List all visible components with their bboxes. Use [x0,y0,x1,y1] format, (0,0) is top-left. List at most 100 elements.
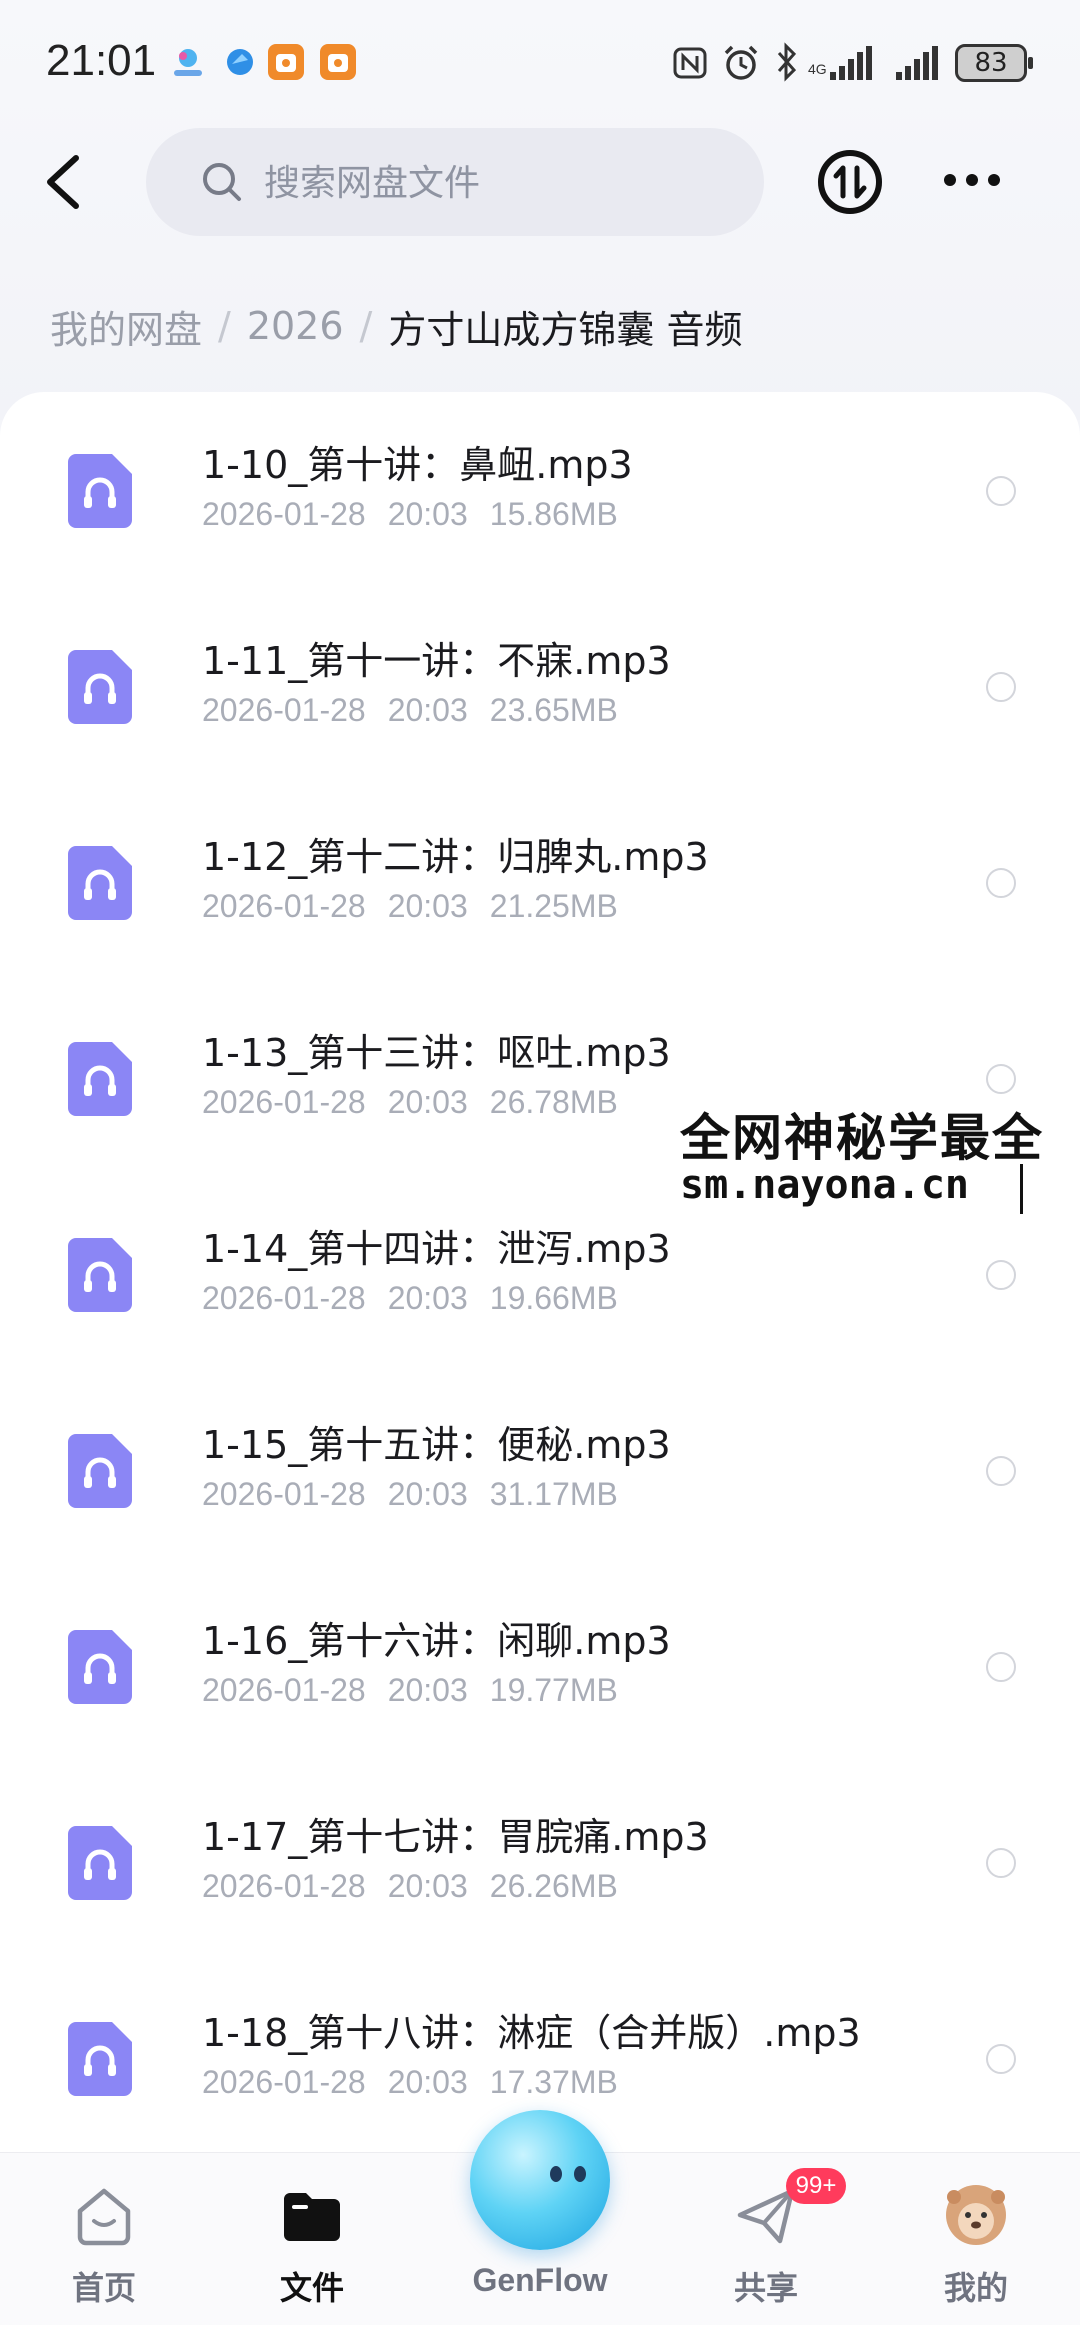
nav-files-label: 文件 [279,2269,344,2307]
file-size: 26.78MB [489,1084,618,1120]
text-cursor [1020,1164,1023,1214]
file-time: 20:03 [387,1084,468,1120]
select-checkbox[interactable] [986,1260,1016,1290]
orb-eye-left [550,2166,562,2182]
audio-file-icon [68,454,132,528]
signal-icon-2 [894,44,942,86]
file-time: 20:03 [387,496,468,532]
file-list: 1-10_第十讲：鼻衄.mp3 2026-01-28 20:03 15.86MB 1… [0,392,1080,2152]
genflow-app-icon [170,44,206,80]
nav-files[interactable]: 文件 [222,2153,402,2325]
file-size: 19.77MB [489,1672,618,1708]
file-time: 20:03 [387,1868,468,1904]
nfc-icon [672,46,708,84]
file-date: 2026-01-28 [202,1672,366,1708]
audio-file-icon [68,1042,132,1116]
file-date: 2026-01-28 [202,692,366,728]
file-date: 2026-01-28 [202,1476,366,1512]
select-checkbox[interactable] [986,1652,1016,1682]
file-meta: 2026-01-28 20:03 15.86MB [202,496,618,533]
nav-me[interactable]: 我的 [886,2153,1066,2325]
watermark-url: sm.nayona.cn [680,1162,969,1208]
file-size: 17.37MB [489,2064,618,2100]
file-row[interactable]: 1-15_第十五讲：便秘.mp3 2026-01-28 20:03 31.17MB [0,1372,1080,1568]
select-checkbox[interactable] [986,1064,1016,1094]
browser-app-icon [222,44,258,80]
back-button[interactable] [36,150,96,214]
file-time: 20:03 [387,2064,468,2100]
search-input[interactable] [262,150,726,216]
file-name: 1-18_第十八讲：淋症（合并版）.mp3 [202,2011,861,2055]
transfer-button[interactable] [816,148,884,216]
file-size: 26.26MB [489,1868,618,1904]
file-time: 20:03 [387,1280,468,1316]
select-checkbox[interactable] [986,672,1016,702]
file-meta: 2026-01-28 20:03 26.78MB [202,1084,618,1121]
breadcrumb-separator: / [359,304,373,348]
file-time: 20:03 [387,1476,468,1512]
file-time: 20:03 [387,1672,468,1708]
alarm-icon [722,44,760,86]
nav-home[interactable]: 首页 [14,2153,194,2325]
file-meta: 2026-01-28 20:03 19.66MB [202,1280,618,1317]
breadcrumb-folder[interactable]: 2026 [247,304,344,348]
transfer-icon [818,150,882,214]
file-time: 20:03 [387,888,468,924]
file-date: 2026-01-28 [202,496,366,532]
audio-file-icon [68,1238,132,1312]
nav-share-label: 共享 [733,2269,798,2307]
genflow-button[interactable] [470,2110,610,2250]
file-name: 1-17_第十七讲：胃脘痛.mp3 [202,1815,709,1859]
file-name: 1-13_第十三讲：呕吐.mp3 [202,1031,671,1075]
file-row[interactable]: 1-11_第十一讲：不寐.mp3 2026-01-28 20:03 23.65MB [0,588,1080,784]
file-date: 2026-01-28 [202,2064,366,2100]
file-meta: 2026-01-28 20:03 31.17MB [202,1476,618,1513]
file-time: 20:03 [387,692,468,728]
search-icon [203,163,241,201]
file-row[interactable]: 1-17_第十七讲：胃脘痛.mp3 2026-01-28 20:03 26.26MB [0,1764,1080,1960]
breadcrumb: 我的网盘 / 2026 / 方寸山成方锦囊 音频 [50,298,742,354]
file-row[interactable]: 1-16_第十六讲：闲聊.mp3 2026-01-28 20:03 19.77MB [0,1568,1080,1764]
select-checkbox[interactable] [986,868,1016,898]
nav-genflow-label[interactable]: GenFlow [440,2262,640,2299]
file-meta: 2026-01-28 20:03 17.37MB [202,2064,618,2101]
more-dots-icon [944,174,1000,186]
file-name: 1-15_第十五讲：便秘.mp3 [202,1423,671,1467]
file-meta: 2026-01-28 20:03 19.77MB [202,1672,618,1709]
file-meta: 2026-01-28 20:03 21.25MB [202,888,618,925]
file-meta: 2026-01-28 20:03 26.26MB [202,1868,618,1905]
breadcrumb-current: 方寸山成方锦囊 音频 [388,307,743,352]
more-options-button[interactable] [940,160,1004,200]
shopping-app-icon [268,44,304,80]
nav-home-label: 首页 [71,2269,136,2307]
file-size: 23.65MB [489,692,618,728]
breadcrumb-root[interactable]: 我的网盘 [50,299,202,354]
audio-file-icon [68,2022,132,2096]
file-size: 21.25MB [489,888,618,924]
select-checkbox[interactable] [986,476,1016,506]
file-date: 2026-01-28 [202,888,366,924]
folder-icon [284,2193,340,2241]
file-name: 1-14_第十四讲：泄泻.mp3 [202,1227,671,1271]
file-meta: 2026-01-28 20:03 23.65MB [202,692,618,729]
file-size: 31.17MB [489,1476,618,1512]
select-checkbox[interactable] [986,1848,1016,1878]
shopping-app-icon-2 [320,44,356,80]
file-date: 2026-01-28 [202,1084,366,1120]
file-name: 1-16_第十六讲：闲聊.mp3 [202,1619,671,1663]
file-name: 1-12_第十二讲：归脾丸.mp3 [202,835,709,879]
watermark-overlay: 全网神秘学最全 sm.nayona.cn [676,1098,1080,1222]
select-checkbox[interactable] [986,2044,1016,2074]
breadcrumb-separator: / [218,304,231,348]
svg-text:4G: 4G [808,61,827,77]
file-name: 1-11_第十一讲：不寐.mp3 [202,639,671,683]
audio-file-icon [68,650,132,724]
search-bar[interactable] [146,128,764,236]
select-checkbox[interactable] [986,1456,1016,1486]
nav-me-label: 我的 [943,2269,1008,2307]
file-date: 2026-01-28 [202,1868,366,1904]
file-size: 15.86MB [489,496,618,532]
file-row[interactable]: 1-10_第十讲：鼻衄.mp3 2026-01-28 20:03 15.86MB [0,392,1080,588]
status-time: 21:01 [46,36,157,85]
file-row[interactable]: 1-12_第十二讲：归脾丸.mp3 2026-01-28 20:03 21.25MB [0,784,1080,980]
